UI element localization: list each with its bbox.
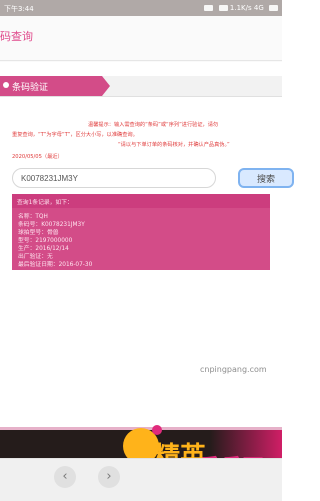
notice-line-1: 温馨提示：输入需查询的“条码”或“序列”进行验证，请勿 xyxy=(88,122,219,128)
watermark-url: cnpingpang.com xyxy=(200,365,267,374)
bullet-icon xyxy=(3,82,9,88)
page-header xyxy=(0,16,282,62)
status-time: 下午3:44 xyxy=(4,5,34,13)
header-divider xyxy=(0,60,282,61)
browser-nav-bar xyxy=(0,458,282,501)
notice-line-2: 重复查询，“T”为字母“T”，区分大小写，以准确查询。 xyxy=(12,132,138,138)
signal-icon xyxy=(218,5,228,11)
date-line: 2020/05/05（最近） xyxy=(12,154,63,160)
back-button[interactable]: ‹ xyxy=(54,466,76,488)
status-indicators: 1.1K/s 4G xyxy=(201,4,278,12)
result-line: 最后验证日期：2016-07-30 xyxy=(18,262,93,268)
result-panel: 查询1条记录，如下： 名称：TQH 条码号：K0078231JM3Y 球拍型号：… xyxy=(12,194,270,270)
status-bar: 下午3:44 1.1K/s 4G xyxy=(0,0,282,16)
search-input[interactable] xyxy=(12,168,216,188)
battery-icon xyxy=(269,5,278,11)
search-button[interactable]: 搜索 xyxy=(238,168,294,188)
result-header-text: 查询1条记录，如下： xyxy=(17,200,73,206)
section-tab: 条码验证 xyxy=(0,76,110,96)
notice-line-3: “请以与下单订单的条码核对，并确认产品真伪。” xyxy=(118,142,230,148)
wifi-icon xyxy=(204,5,214,11)
forward-button[interactable]: › xyxy=(98,466,120,488)
page-title: 码查询 xyxy=(0,30,33,43)
result-header: 查询1条记录，如下： xyxy=(12,194,270,208)
section-title: 条码验证 xyxy=(12,83,49,93)
network-speed: 1.1K/s 4G xyxy=(229,4,264,12)
